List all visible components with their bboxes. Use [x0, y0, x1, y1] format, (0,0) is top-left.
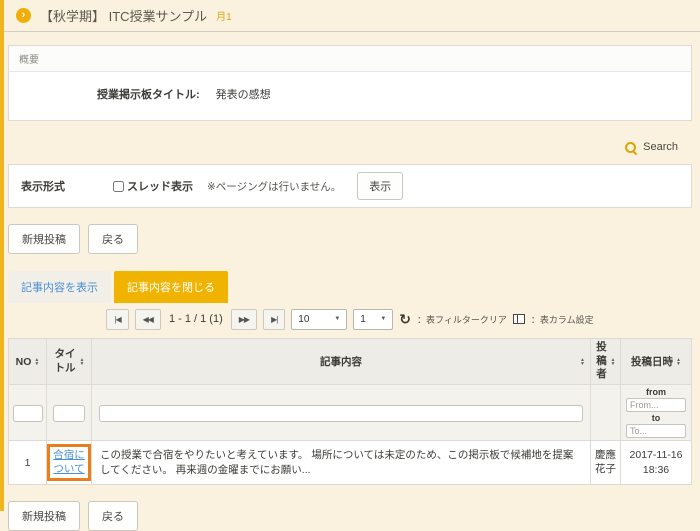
thread-display-label: スレッド表示	[127, 178, 193, 194]
show-button[interactable]: 表示	[357, 172, 403, 200]
paging-note: ※ページングは行いません。	[207, 179, 341, 194]
board-title-label: 授業掲示板タイトル:	[97, 86, 200, 102]
pagination-prev-button[interactable]: ◀◀	[135, 309, 161, 330]
overview-panel: 概要 授業掲示板タイトル: 発表の感想	[8, 45, 692, 121]
new-post-button-bottom[interactable]: 新規投稿	[8, 501, 80, 531]
row-no: 1	[9, 441, 47, 485]
pagination-range: 1 - 1 / 1 (1)	[169, 313, 223, 325]
table-row: 1 合宿について この授業で合宿をやりたいと考えています。 場所については未定の…	[9, 441, 692, 485]
breadcrumb-arrow-icon: ›	[16, 8, 31, 23]
page-number-value: 1	[360, 314, 366, 325]
chevron-down-icon: ▼	[334, 316, 340, 322]
column-header-title[interactable]: タイトル▲▼	[47, 339, 92, 385]
table-header-row: NO▲▼ タイトル▲▼ 記事内容▲▼ 投稿者▲▼ 投稿日時▲▼	[9, 339, 692, 385]
column-header-author[interactable]: 投稿者▲▼	[591, 339, 621, 385]
tab-close-article-content[interactable]: 記事内容を閉じる	[114, 271, 228, 303]
filter-author-cell	[591, 385, 621, 441]
row-author: 慶應 花子	[591, 441, 621, 485]
article-content-tabs: 記事内容を表示 記事内容を閉じる	[8, 271, 692, 303]
pagination-first-button[interactable]: |◀	[106, 309, 128, 330]
display-format-panel: 表示形式 スレッド表示 ※ページングは行いません。 表示	[8, 164, 692, 208]
search-icon	[624, 141, 637, 154]
sort-icon: ▲▼	[80, 358, 85, 366]
sort-icon: ▲▼	[34, 358, 39, 366]
filter-to-label: to	[652, 413, 661, 423]
sort-icon: ▲▼	[676, 358, 681, 366]
page-header: › 【秋学期】 ITC授業サンプル 月1	[0, 0, 700, 32]
filter-clear-refresh-icon[interactable]: ↻	[399, 312, 411, 326]
page-title: 【秋学期】 ITC授業サンプル	[40, 6, 207, 25]
table-filter-row: from to	[9, 385, 692, 441]
back-button-bottom[interactable]: 戻る	[88, 501, 138, 531]
filter-from-label: from	[646, 387, 666, 397]
tab-show-article-content[interactable]: 記事内容を表示	[8, 271, 111, 303]
row-date: 2017-11-16 18:36	[621, 441, 692, 485]
column-header-content[interactable]: 記事内容▲▼	[92, 339, 591, 385]
article-table: NO▲▼ タイトル▲▼ 記事内容▲▼ 投稿者▲▼ 投稿日時▲▼	[8, 338, 692, 485]
pagination-next-button[interactable]: ▶▶	[231, 309, 257, 330]
left-accent-bar	[0, 0, 4, 511]
page-number-select[interactable]: 1 ▼	[353, 309, 393, 330]
overview-panel-title: 概要	[9, 46, 691, 72]
column-config-icon[interactable]	[513, 314, 525, 324]
filter-date-to-input[interactable]	[626, 424, 686, 438]
column-header-date[interactable]: 投稿日時▲▼	[621, 339, 692, 385]
filter-content-input[interactable]	[99, 405, 583, 422]
filter-title-input[interactable]	[53, 405, 85, 422]
sort-icon: ▲▼	[580, 358, 585, 366]
row-content: この授業で合宿をやりたいと考えています。 場所については未定のため、この掲示板で…	[92, 441, 591, 485]
search-link[interactable]: Search	[8, 137, 692, 157]
row-title-cell: 合宿について	[47, 441, 92, 485]
filter-no-input[interactable]	[13, 405, 43, 422]
highlight-box: 合宿について	[47, 444, 91, 481]
back-button[interactable]: 戻る	[88, 224, 138, 254]
filter-date-from-input[interactable]	[626, 398, 686, 412]
display-format-label: 表示形式	[21, 178, 113, 194]
article-title-link[interactable]: 合宿について	[53, 449, 85, 475]
page-size-value: 10	[298, 314, 309, 325]
sort-icon: ▲▼	[611, 358, 616, 366]
column-header-no[interactable]: NO▲▼	[9, 339, 47, 385]
pagination-last-button[interactable]: ▶|	[263, 309, 285, 330]
column-config-label: ：表カラム設定	[531, 313, 594, 326]
pagination-bar: |◀ ◀◀ 1 - 1 / 1 (1) ▶▶ ▶| 10 ▼ 1 ▼ ↻ ：表フ…	[8, 306, 692, 332]
chevron-down-icon: ▼	[380, 316, 386, 322]
filter-clear-label: ：表フィルタークリア	[417, 313, 507, 326]
page-size-select[interactable]: 10 ▼	[291, 309, 347, 330]
new-post-button[interactable]: 新規投稿	[8, 224, 80, 254]
search-label: Search	[643, 141, 678, 153]
thread-display-checkbox[interactable]	[113, 181, 124, 192]
period-badge: 月1	[216, 8, 232, 23]
board-title-value: 発表の感想	[216, 86, 271, 102]
